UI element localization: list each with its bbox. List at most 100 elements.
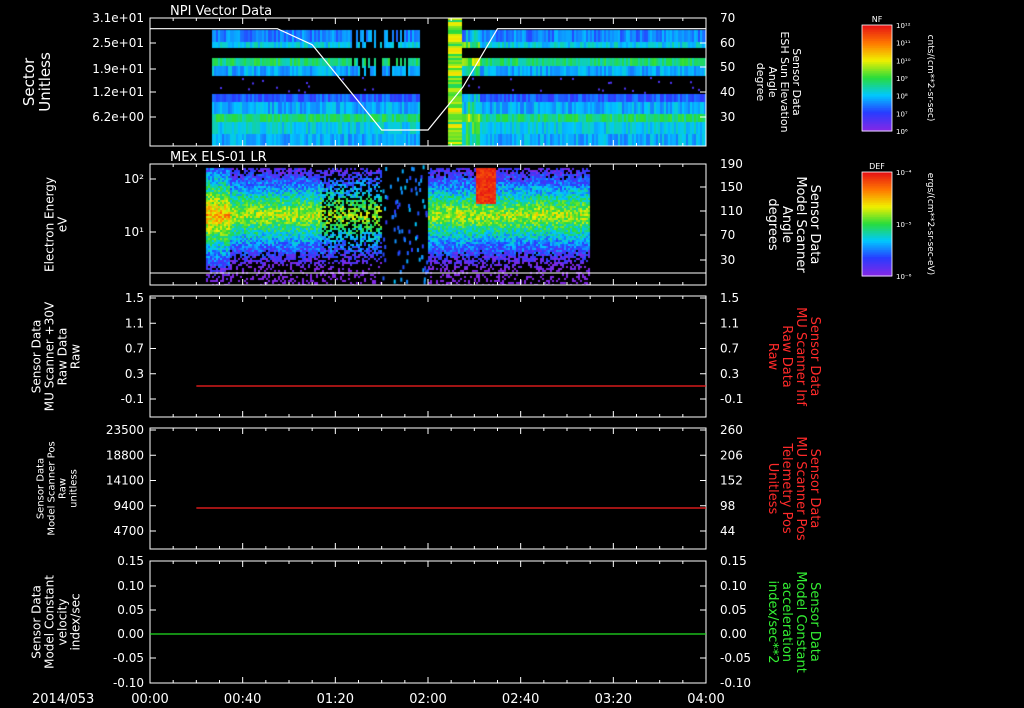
left-axis-label-line: Sensor Data [30,320,44,394]
right-axis-label-line: Sensor Data [807,582,822,662]
right-tick-label: 30 [720,253,735,267]
right-tick-label: 60 [720,36,735,50]
date-label: 2014/053 [32,692,94,707]
y-tick-label: 10² [124,172,144,186]
npi-spectrogram [150,18,706,146]
y-tick-label: 0.05 [117,603,144,617]
right-tick-label: 110 [720,204,743,218]
right-tick-label: 0.7 [720,342,739,356]
left-axis-label-line: unitless [69,469,80,508]
left-axis-label-line: Sensor Data [30,585,44,659]
right-tick-label: -0.05 [720,651,751,665]
right-tick-label: 190 [720,157,743,171]
right-axis-label-line: Model Constant [793,571,808,673]
colorbar-unit: cnts/(cm**2-sr-sec) [925,35,935,122]
left-axis-label-line: Model Scanner Pos [47,441,58,535]
right-tick-label: 30 [720,110,735,124]
right-axis-label-line: MU Scanner Inf [793,307,808,406]
y-tick-label: 18800 [106,448,144,462]
left-axis-label-line: MU Scanner +30V [43,301,57,411]
colorbar-unit: ergs/(cm**2-sr-sec-eV) [925,173,935,275]
y-tick-label: 0.7 [125,342,144,356]
right-tick-label: 1.5 [720,291,739,305]
time-axis-label: 02:40 [502,692,539,707]
y-tick-label: 1.1 [125,316,144,330]
right-tick-label: 70 [720,11,735,25]
right-tick-label: 0.00 [720,627,747,641]
right-axis-label: Sensor DataMU Scanner PosTelemetry PosUn… [765,436,822,541]
time-axis-label: 00:40 [224,692,261,707]
right-axis-label-line: Model Scanner [793,176,808,273]
left-axis-label-line: index/sec [69,593,83,650]
left-axis-label-line: Unitless [36,52,54,112]
y-tick-label: 14100 [106,474,144,488]
left-axis-label-line: velocity [56,599,70,646]
right-tick-label: 0.3 [720,367,739,381]
right-axis-label-line: Raw Data [779,325,794,388]
right-axis-label-line: Telemetry Pos [779,442,794,534]
right-axis-label-line: Unitless [765,463,780,515]
left-axis-label: Sensor Data MU Scanner +30V Raw Data Raw [30,301,83,411]
right-axis-label-line: acceleration [779,582,794,662]
right-tick-label: 0.15 [720,554,747,568]
colorbar-tick: 10⁻⁶ [896,273,912,281]
panel-frame [149,560,707,684]
y-tick-label: 23500 [106,423,144,437]
left-axis-label-line: Raw Data [56,328,70,386]
y-tick-label: 9400 [113,499,144,513]
right-tick-label: 1.1 [720,316,739,330]
panel-title: NPI Vector Data [170,4,272,19]
time-axis-label: 01:20 [317,692,354,707]
panel-frame [149,427,707,550]
y-tick-label: 3.1e+01 [92,11,144,25]
y-tick-label: 2.5e+01 [92,36,144,50]
time-axis-label: 04:00 [687,692,724,707]
colorbar-tick: 10⁹ [896,75,908,83]
right-axis-label: Sensor DataESH Sun ElevationAngledegree [754,31,803,132]
left-axis-label: Sensor Data Model Scanner Pos Raw unitless [36,441,80,535]
right-tick-label: -0.10 [720,676,751,690]
panel-frame [149,295,707,418]
right-tick-label: 44 [720,524,735,538]
left-axis-label-line: Raw [58,478,69,499]
y-tick-label: 10¹ [124,225,144,239]
right-tick-label: 0.10 [720,579,747,593]
right-axis-label: Sensor DataModel ScannerAngledegrees [765,176,822,273]
right-axis-label: Sensor DataModel Constantaccelerationind… [765,571,822,673]
left-axis-label: Sensor Data Model Constant velocity index/s… [30,575,83,669]
right-tick-label: 40 [720,85,735,99]
multi-panel-plot: 3.1e+01 2.5e+01 1.9e+01 1.2e+01 6.2e+00 70 60 5… [20,4,935,707]
right-tick-label: 260 [720,423,743,437]
els-spectrogram [150,164,706,285]
right-axis-label-line: Angle [779,206,794,243]
y-tick-label: -0.10 [113,676,144,690]
time-axis-label: 00:00 [131,692,168,707]
y-tick-label: -0.05 [113,651,144,665]
panel-title: MEx ELS-01 LR [170,150,267,165]
y-tick-label: 6.2e+00 [92,110,144,124]
right-axis-label-line: MU Scanner Pos [793,436,808,541]
y-tick-label: 0.00 [117,627,144,641]
left-axis-label-line: eV [56,216,70,232]
right-tick-label: 0.05 [720,603,747,617]
right-tick-label: 152 [720,474,743,488]
y-tick-label: 0.3 [125,367,144,381]
time-axis-label: 02:00 [409,692,446,707]
right-tick-label: 206 [720,448,743,462]
right-tick-label: 70 [720,228,735,242]
colorbar-tick: 10¹¹ [896,40,911,48]
right-axis-label-line: degrees [765,198,780,251]
y-tick-label: 4700 [113,524,144,538]
right-tick-label: -0.1 [720,392,743,406]
y-tick-label: 1.5 [125,291,144,305]
right-tick-label: 150 [720,180,743,194]
time-axis-label: 03:20 [595,692,632,707]
colorbar-label: DEF [869,162,885,171]
colorbar-tick: 10¹² [896,22,911,30]
right-tick-label: 98 [720,499,735,513]
right-axis-label-line: Sensor Data [807,449,822,529]
colorbar-tick: 10⁻⁵ [896,221,912,229]
right-tick-label: 50 [720,60,735,74]
colorbar-tick: 10¹⁰ [896,57,911,65]
y-tick-label: 1.9e+01 [92,62,144,76]
